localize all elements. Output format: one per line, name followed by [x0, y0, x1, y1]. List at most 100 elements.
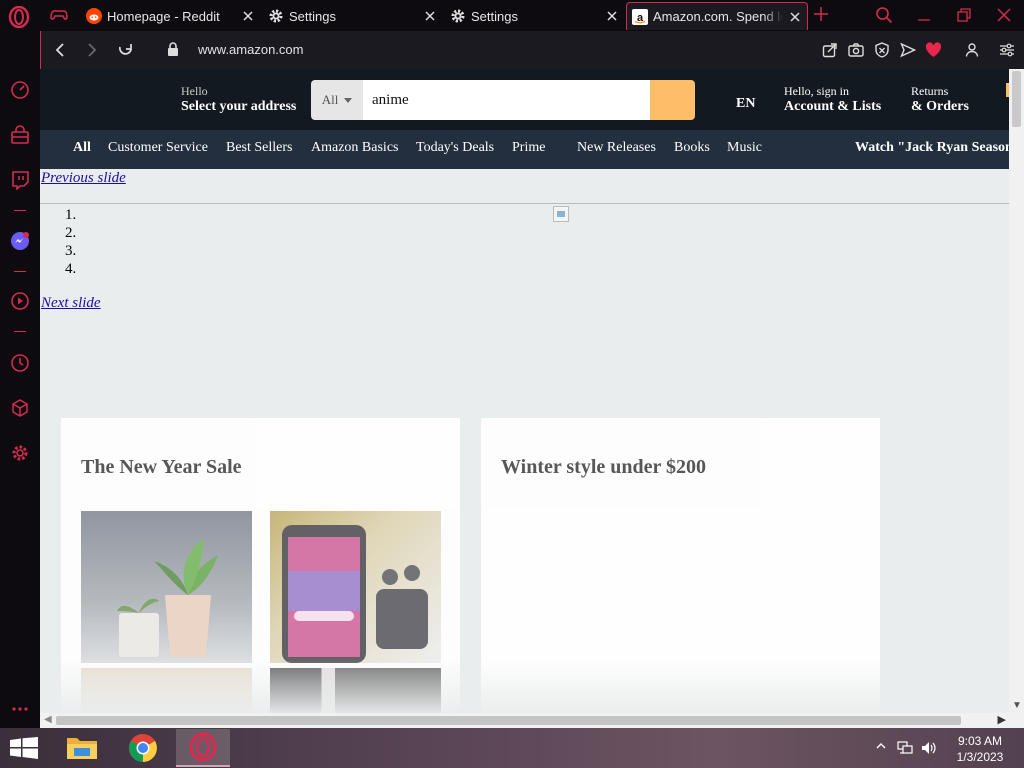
tab-settings[interactable]: Settings: [264, 2, 442, 30]
close-tab-icon[interactable]: [422, 8, 438, 24]
system-clock[interactable]: 9:03 AM 1/3/2023: [950, 733, 1010, 765]
nav-music[interactable]: Music: [727, 140, 762, 156]
horizontal-scrollbar[interactable]: ◀ ▶: [40, 713, 1024, 728]
broken-image-icon: [553, 206, 569, 222]
speed-dial-icon[interactable]: [10, 80, 30, 100]
search-category-label: All: [321, 92, 339, 107]
search-category-dropdown[interactable]: All: [311, 80, 363, 120]
nav-amazon-basics[interactable]: Amazon Basics: [311, 140, 398, 156]
network-icon[interactable]: [897, 741, 913, 755]
tab-title: Settings: [289, 8, 336, 24]
tab-amazon-active[interactable]: a Amazon.com. Spend less. Smile more.: [626, 2, 808, 30]
gear-icon: [450, 8, 466, 24]
carousel-slide-list: 1. 2. 3. 4.: [65, 207, 76, 279]
more-icon[interactable]: [10, 699, 30, 719]
scrollbar-thumb[interactable]: [56, 716, 961, 725]
search-input[interactable]: [363, 80, 650, 120]
send-icon[interactable]: [900, 42, 916, 58]
heart-icon[interactable]: [925, 42, 942, 58]
camera-icon[interactable]: [848, 42, 864, 58]
opera-logo-icon[interactable]: [8, 6, 30, 28]
new-tab-icon[interactable]: [812, 5, 830, 23]
taskbar-chrome[interactable]: [116, 729, 170, 767]
web-page: Hello Select your address All EN Hello, …: [40, 69, 1009, 713]
next-slide-link[interactable]: Next slide: [41, 295, 101, 312]
slide-item[interactable]: 1.: [65, 207, 76, 225]
account-menu[interactable]: Hello, sign in Account & Lists: [784, 84, 881, 115]
volume-icon[interactable]: [921, 741, 937, 755]
nav-all[interactable]: All: [73, 140, 91, 156]
history-icon[interactable]: [10, 353, 30, 373]
forward-icon[interactable]: [85, 42, 99, 58]
show-hidden-icons-icon[interactable]: [876, 742, 886, 750]
player-icon[interactable]: [10, 291, 30, 311]
minimize-icon[interactable]: [917, 8, 931, 22]
tab-search-icon[interactable]: [875, 6, 893, 24]
deliver-hello: Hello: [181, 84, 208, 98]
nav-customer-service[interactable]: Customer Service: [108, 140, 208, 156]
scroll-down-icon[interactable]: ▼: [1012, 700, 1022, 711]
scrollbar-thumb[interactable]: [1012, 71, 1021, 127]
slide-item[interactable]: 2.: [65, 225, 76, 243]
shopping-bag-icon[interactable]: [10, 125, 30, 145]
tab-reddit[interactable]: Homepage - Reddit: [82, 2, 260, 30]
profile-icon[interactable]: [965, 42, 979, 58]
vertical-scrollbar[interactable]: ▼: [1009, 69, 1024, 713]
nav-todays-deals[interactable]: Today's Deals: [416, 140, 494, 156]
share-icon[interactable]: [822, 42, 838, 58]
sidebar-divider: [14, 271, 26, 272]
card-title[interactable]: Winter style under $200: [501, 456, 706, 479]
chrome-icon: [128, 733, 158, 763]
close-tab-icon[interactable]: [604, 8, 620, 24]
page-overlay: [40, 659, 1009, 713]
taskbar-opera-gx[interactable]: [176, 729, 230, 767]
tab-settings[interactable]: Settings: [446, 2, 624, 30]
search-button[interactable]: [650, 80, 695, 120]
sidebar-divider: [14, 331, 26, 332]
slide-item[interactable]: 4.: [65, 261, 76, 279]
slide-item[interactable]: 3.: [65, 243, 76, 261]
gamepad-icon[interactable]: [50, 7, 68, 23]
back-icon[interactable]: [53, 42, 67, 58]
plants-product-image[interactable]: [81, 511, 252, 663]
clock-time: 9:03 AM: [957, 734, 1003, 748]
nav-prime[interactable]: Prime: [512, 140, 545, 156]
previous-slide-link[interactable]: Previous slide: [41, 170, 126, 187]
browser-tab-strip: Homepage - Reddit Settings Settings a Am…: [0, 0, 1024, 31]
close-window-icon[interactable]: [996, 7, 1012, 23]
url-text[interactable]: www.amazon.com: [198, 42, 303, 57]
close-tab-icon[interactable]: [240, 8, 256, 24]
reddit-icon: [86, 8, 102, 24]
returns-label: Returns: [911, 84, 949, 98]
shield-icon[interactable]: [874, 42, 890, 58]
windows-start-icon[interactable]: [10, 737, 38, 759]
phone-earbuds-product-image[interactable]: [270, 511, 441, 663]
restore-icon[interactable]: [956, 7, 972, 23]
card-title[interactable]: The New Year Sale: [81, 456, 242, 479]
messenger-icon[interactable]: [10, 231, 30, 251]
reload-icon[interactable]: [117, 41, 134, 58]
language-selector[interactable]: EN: [736, 96, 755, 112]
close-tab-icon[interactable]: [787, 9, 803, 25]
cube-icon[interactable]: [10, 398, 30, 418]
lock-icon[interactable]: [167, 42, 179, 57]
nav-new-releases[interactable]: New Releases: [577, 140, 656, 156]
deliver-to-address[interactable]: Hello Select your address: [181, 84, 296, 115]
tab-title: Amazon.com. Spend less. Smile more.: [653, 9, 783, 24]
settings-icon[interactable]: [10, 443, 30, 463]
nav-best-sellers[interactable]: Best Sellers: [226, 140, 293, 156]
twitch-icon[interactable]: [10, 170, 30, 190]
returns-orders[interactable]: Returns & Orders: [911, 84, 969, 115]
nav-promo-jack-ryan[interactable]: Watch "Jack Ryan Season: [855, 140, 1009, 156]
gear-icon: [268, 8, 284, 24]
account-greeting: Hello, sign in: [784, 84, 849, 98]
scroll-left-icon[interactable]: ◀: [44, 714, 52, 725]
nav-books[interactable]: Books: [674, 140, 710, 156]
amazon-header: Hello Select your address All EN Hello, …: [40, 69, 1009, 130]
browser-sidebar: [0, 31, 40, 728]
easy-setup-icon[interactable]: [999, 42, 1015, 58]
scroll-right-icon[interactable]: ▶: [998, 713, 1006, 726]
taskbar-file-explorer[interactable]: [55, 729, 109, 767]
account-lists-label: Account & Lists: [784, 99, 882, 114]
caret-down-icon: [344, 97, 353, 103]
